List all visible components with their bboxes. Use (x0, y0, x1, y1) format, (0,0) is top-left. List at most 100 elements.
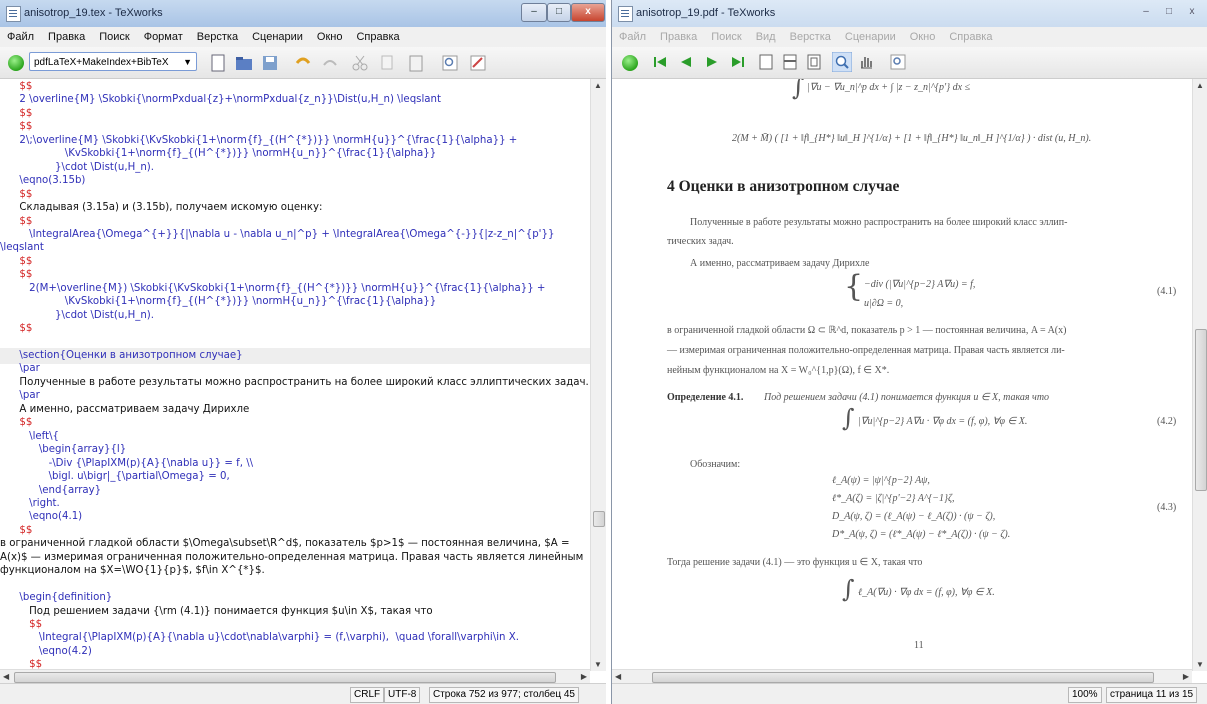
pdf-menubar: Файл Правка Поиск Вид Верстка Сценарии Окно Спр… (612, 27, 1207, 48)
equation-number-4-1: (4.1) (1157, 286, 1177, 297)
scroll-hand-icon[interactable] (858, 54, 874, 70)
notation-label: Обозначим: (690, 459, 741, 470)
replace-icon[interactable] (468, 53, 488, 73)
section-heading: 4 Оценки в анизотропном случае (667, 178, 900, 195)
editor-vertical-scrollbar[interactable]: ▲ ▼ (590, 79, 606, 671)
menu-view[interactable]: Вид (749, 27, 783, 43)
fit-page-icon[interactable] (806, 54, 822, 70)
copy-icon[interactable] (378, 53, 398, 73)
source-editor[interactable]: $$ 2 \overline{M} \Skobki{\normPxdual{z}… (0, 79, 590, 669)
line-ending-indicator[interactable]: CRLF (350, 687, 385, 703)
page-indicator[interactable]: страница 11 из 15 (1106, 687, 1198, 703)
minimize-button[interactable]: – (1135, 3, 1157, 22)
scroll-right-arrow-icon[interactable]: ▶ (581, 672, 587, 681)
actual-size-icon[interactable] (758, 54, 774, 70)
paragraph-3-line-3: нейным функционалом на X = W₀^{1,p}(Ω), … (667, 365, 890, 376)
pdf-scroll-thumb[interactable] (1195, 329, 1207, 491)
menu-typeset[interactable]: Верстка (190, 27, 245, 43)
scroll-right-arrow-icon[interactable]: ▶ (1183, 672, 1189, 681)
maximize-button[interactable]: □ (547, 3, 571, 22)
minimize-button[interactable]: – (521, 3, 547, 22)
first-page-icon[interactable] (652, 54, 668, 70)
eq43-line-4: D*_A(ψ, ζ) = (ℓ*_A(ψ) − ℓ*_A(ζ)) · (ψ − … (832, 529, 1011, 540)
editor-horizontal-scrollbar[interactable]: ◀ ▶ (0, 669, 590, 684)
encoding-indicator[interactable]: UTF-8 (384, 687, 421, 703)
maximize-button[interactable]: □ (1158, 3, 1180, 22)
source-line[interactable]: $$ (0, 657, 590, 669)
menu-help[interactable]: Справка (349, 27, 406, 43)
typeset-button[interactable] (622, 55, 638, 71)
pdf-vertical-scrollbar[interactable]: ▲ ▼ (1192, 79, 1207, 671)
pdf-hscroll-thumb[interactable] (652, 672, 1154, 683)
pdf-statusbar: 100% страница 11 из 15 (612, 683, 1207, 704)
paste-icon[interactable] (406, 53, 426, 73)
scroll-down-arrow-icon[interactable]: ▼ (594, 660, 602, 669)
next-page-icon[interactable] (704, 54, 720, 70)
menu-format[interactable]: Формат (137, 27, 190, 43)
menu-file[interactable]: Файл (0, 27, 41, 43)
undo-icon[interactable] (293, 53, 313, 73)
menu-scripts[interactable]: Сценарии (245, 27, 310, 43)
cursor-position: Строка 752 из 977; столбец 45 (429, 687, 579, 703)
scroll-left-arrow-icon[interactable]: ◀ (615, 672, 621, 681)
typeset-engine-select[interactable]: pdfLaTeX+MakeIndex+BibTeX ▼ (29, 52, 197, 71)
editor-window: anisotrop_19.tex - TeXworks – □ x Файл Пр… (0, 0, 607, 704)
eq43-line-3: D_A(ψ, ζ) = (ℓ_A(ψ) − ℓ_A(ζ)) · (ψ − ζ), (832, 511, 996, 522)
close-button[interactable]: x (1181, 3, 1203, 22)
scroll-up-arrow-icon[interactable]: ▲ (1196, 81, 1204, 90)
paragraph-3-line-2: — измеримая ограниченная положительно-оп… (667, 345, 1065, 356)
then-sentence: Тогда решение задачи (4.1) — это функция… (667, 557, 923, 568)
editor-hscroll-thumb[interactable] (14, 672, 556, 683)
typeset-button[interactable] (8, 55, 24, 71)
scroll-left-arrow-icon[interactable]: ◀ (3, 672, 9, 681)
magnify-tool-icon[interactable] (832, 52, 852, 72)
equation-4-2: |∇u|^{p−2} A∇u · ∇φ dx = (f, φ), ∀φ ∈ X. (858, 416, 1028, 427)
editor-scroll-thumb[interactable] (593, 511, 605, 527)
zoom-level[interactable]: 100% (1068, 687, 1102, 703)
menu-edit[interactable]: Правка (41, 27, 92, 43)
eq43-line-1: ℓ_A(ψ) = |ψ|^{p−2} Aψ, (832, 475, 930, 486)
top-equation-2: 2(M + M̄) ( [1 + ‖f‖_{H*} ‖u‖_H ]^{1/α} … (732, 133, 1092, 144)
open-folder-icon[interactable] (234, 53, 254, 73)
eq43-line-2: ℓ*_A(ζ) = |ζ|^{p'−2} A^{−1}ζ, (832, 493, 955, 504)
engine-value: pdfLaTeX+MakeIndex+BibTeX (34, 57, 169, 68)
save-icon[interactable] (260, 53, 280, 73)
editor-window-title: anisotrop_19.tex - TeXworks (24, 7, 163, 19)
new-document-icon[interactable] (208, 53, 228, 73)
menu-window[interactable]: Окно (903, 27, 943, 43)
paragraph-3-line-1: в ограниченной гладкой области Ω ⊂ ℝ^d, … (667, 325, 1067, 336)
paragraph-1-line-2: тических задач. (667, 236, 734, 247)
previous-page-icon[interactable] (678, 54, 694, 70)
scroll-down-arrow-icon[interactable]: ▼ (1196, 660, 1204, 669)
editor-titlebar[interactable]: anisotrop_19.tex - TeXworks – □ x (0, 0, 606, 27)
pdf-titlebar[interactable]: anisotrop_19.pdf - TeXworks – □ x (612, 0, 1207, 27)
pdf-page-view[interactable]: ∫ |∇u − ∇u_n|^p dx + ∫ |z − z_n|^{p'} dx… (612, 79, 1192, 670)
system-line-2: u|∂Ω = 0, (864, 298, 904, 309)
system-line-1: −div (|∇u|^{p−2} A∇u) = f, (864, 279, 976, 290)
last-page-icon[interactable] (730, 54, 746, 70)
pdf-horizontal-scrollbar[interactable]: ◀ ▶ (612, 669, 1192, 684)
find-icon[interactable] (440, 53, 460, 73)
equation-number-4-3: (4.3) (1157, 502, 1177, 513)
integral-sign: ∫ (842, 404, 855, 432)
left-brace: { (844, 269, 864, 304)
find-icon[interactable] (890, 54, 906, 70)
page-number: 11 (914, 640, 924, 651)
menu-edit[interactable]: Правка (653, 27, 704, 43)
cut-icon[interactable] (350, 53, 370, 73)
integral-sign: ∫ (842, 575, 855, 603)
scroll-up-arrow-icon[interactable]: ▲ (594, 81, 602, 90)
texworks-app-icon (6, 6, 21, 22)
top-equation-1: |∇u − ∇u_n|^p dx + ∫ |z − z_n|^{p'} dx ≤ (807, 82, 971, 93)
redo-icon[interactable] (320, 53, 340, 73)
close-button[interactable]: x (571, 3, 605, 22)
menu-file[interactable]: Файл (612, 27, 653, 43)
fit-width-icon[interactable] (782, 54, 798, 70)
menu-help[interactable]: Справка (942, 27, 999, 43)
menu-window[interactable]: Окно (310, 27, 350, 43)
menu-search[interactable]: Поиск (92, 27, 136, 43)
menu-search[interactable]: Поиск (704, 27, 748, 43)
editor-statusbar: CRLF UTF-8 Строка 752 из 977; столбец 45 (0, 683, 606, 704)
menu-scripts[interactable]: Сценарии (838, 27, 903, 43)
menu-typeset[interactable]: Верстка (783, 27, 838, 43)
